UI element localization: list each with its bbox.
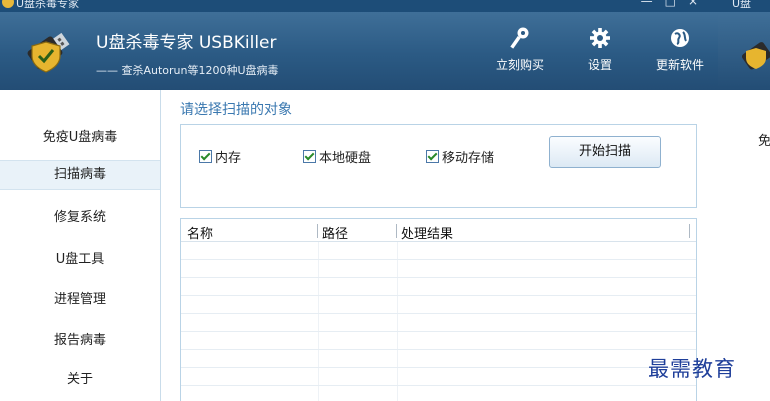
option-memory-label: 内存 bbox=[215, 151, 242, 166]
column-separator[interactable] bbox=[396, 224, 397, 238]
option-memory-checkbox[interactable]: 内存 bbox=[199, 147, 241, 166]
sidebar-item-usb-tools[interactable]: U盘工具 bbox=[0, 246, 160, 274]
sidebar-item-report[interactable]: 报告病毒 bbox=[0, 327, 160, 355]
option-removable-label: 移动存储 bbox=[442, 151, 495, 166]
sidebar-item-about[interactable]: 关于 bbox=[0, 366, 160, 394]
globe-update-icon bbox=[671, 29, 689, 47]
buy-now-button[interactable]: 立刻购买 bbox=[492, 26, 548, 73]
results-table: 名称 路径 处理结果 bbox=[180, 218, 697, 401]
settings-label: 设置 bbox=[587, 58, 612, 72]
sidebar-item-scan[interactable]: 扫描病毒 bbox=[0, 160, 160, 190]
option-removable-checkbox[interactable]: 移动存储 bbox=[426, 147, 494, 166]
grid-row-line bbox=[181, 331, 696, 332]
second-window-title: U盘 bbox=[732, 0, 752, 10]
option-local-disk-checkbox[interactable]: 本地硬盘 bbox=[303, 147, 371, 166]
option-local-disk-label: 本地硬盘 bbox=[319, 151, 372, 166]
watermark-text: 最需教育 bbox=[648, 357, 736, 381]
app-header: U盘杀毒专家 USBKiller —— 查杀Autorun等1200种U盘病毒 … bbox=[0, 12, 718, 90]
settings-button[interactable]: 设置 bbox=[572, 26, 628, 73]
grid-column-line bbox=[397, 242, 398, 401]
grid-row-line bbox=[181, 277, 696, 278]
key-icon bbox=[510, 27, 529, 49]
sidebar-item-immunize[interactable]: 免疫U盘病毒 bbox=[0, 124, 160, 152]
app-name: U盘杀毒专家 USBKiller bbox=[96, 33, 277, 53]
usb-shield-logo-icon bbox=[741, 42, 770, 70]
column-separator[interactable] bbox=[689, 224, 690, 238]
grid-row-line bbox=[181, 259, 696, 260]
maximize-button[interactable]: □ bbox=[665, 0, 688, 8]
gear-icon bbox=[590, 28, 610, 48]
scan-section-title: 请选择扫描的对象 bbox=[180, 102, 292, 118]
column-header-name[interactable]: 名称 bbox=[187, 223, 213, 242]
update-software-button[interactable]: 更新软件 bbox=[652, 26, 708, 73]
grid-column-line bbox=[318, 242, 319, 401]
checkbox-checked-icon bbox=[199, 150, 212, 163]
app-subtitle: —— 查杀Autorun等1200种U盘病毒 bbox=[96, 64, 279, 77]
usb-shield-logo-icon bbox=[27, 32, 70, 73]
second-window-nav-item[interactable]: 免 bbox=[758, 130, 770, 149]
close-button[interactable]: × bbox=[688, 0, 710, 8]
buy-now-label: 立刻购买 bbox=[495, 58, 544, 72]
grid-row-line bbox=[181, 295, 696, 296]
second-window-titlebar: U盘 bbox=[718, 0, 770, 12]
main-window: U盘杀毒专家 —□× U盘杀毒专家 USBKiller —— 查杀Autorun… bbox=[0, 0, 718, 401]
grid-row-line bbox=[181, 385, 696, 386]
sidebar-item-repair[interactable]: 修复系统 bbox=[0, 204, 160, 232]
grid-row-line bbox=[181, 313, 696, 314]
header-divider bbox=[181, 241, 696, 242]
checkbox-checked-icon bbox=[426, 150, 439, 163]
column-separator[interactable] bbox=[317, 224, 318, 238]
scan-options-panel: 内存 本地硬盘 移动存储 开始扫描 bbox=[180, 124, 697, 208]
minimize-button[interactable]: — bbox=[641, 0, 665, 8]
start-scan-button[interactable]: 开始扫描 bbox=[549, 136, 661, 168]
app-small-icon bbox=[2, 0, 14, 8]
column-header-result[interactable]: 处理结果 bbox=[401, 223, 453, 242]
second-window-header bbox=[718, 12, 770, 90]
window-controls[interactable]: —□× bbox=[641, 0, 710, 8]
title-bar: U盘杀毒专家 —□× bbox=[0, 0, 718, 12]
column-header-path[interactable]: 路径 bbox=[322, 223, 348, 242]
grid-row-line bbox=[181, 367, 696, 368]
checkbox-checked-icon bbox=[303, 150, 316, 163]
sidebar-nav: 免疫U盘病毒 扫描病毒 修复系统 U盘工具 进程管理 报告病毒 关于 bbox=[0, 90, 161, 401]
update-software-label: 更新软件 bbox=[655, 58, 704, 72]
window-title: U盘杀毒专家 bbox=[16, 0, 80, 10]
sidebar-item-process[interactable]: 进程管理 bbox=[0, 286, 160, 314]
grid-row-line bbox=[181, 349, 696, 350]
second-window-clipped: U盘 免 bbox=[718, 0, 770, 401]
